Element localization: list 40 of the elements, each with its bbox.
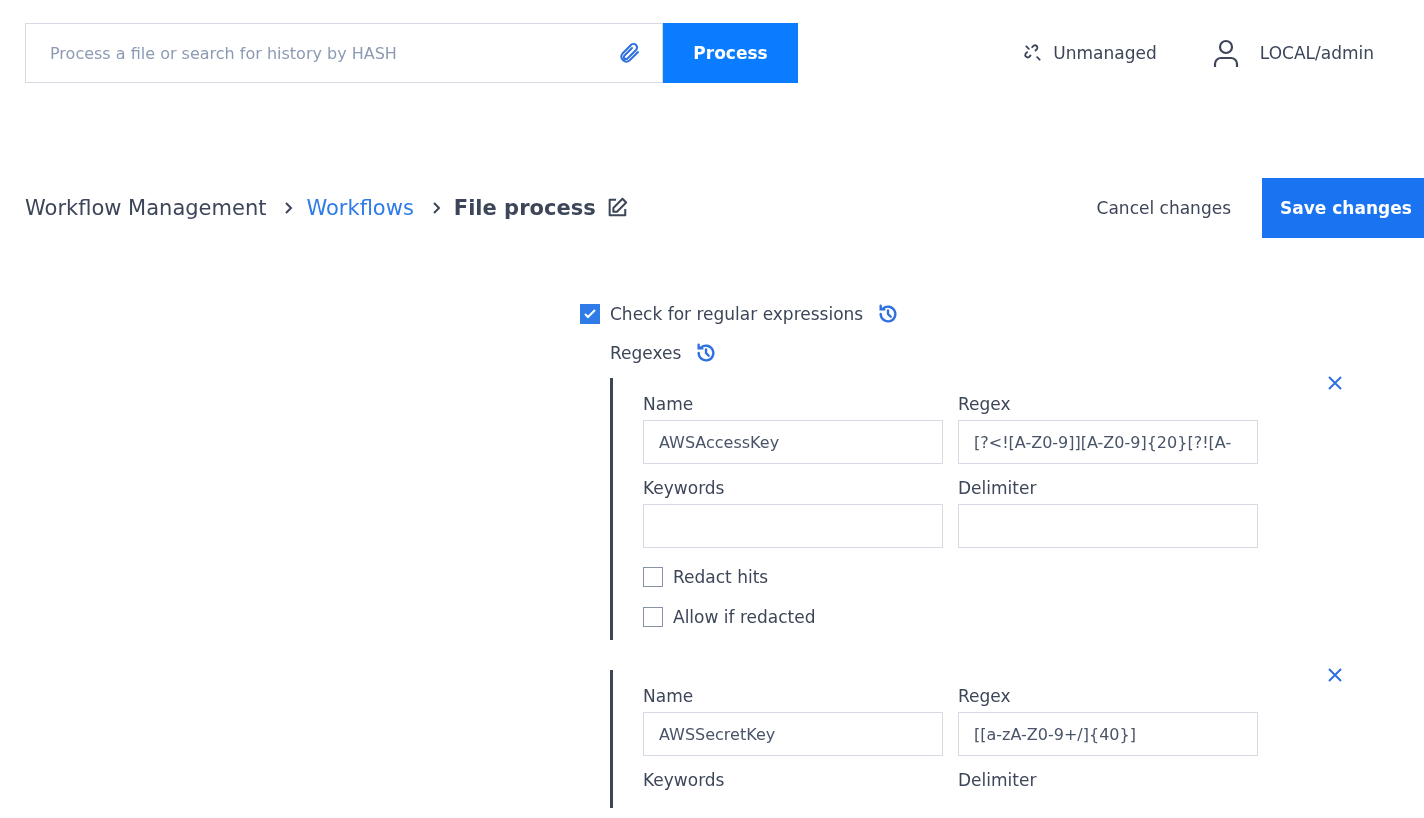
process-button[interactable]: Process [663,23,798,83]
save-button[interactable]: Save changes [1262,178,1424,238]
paperclip-icon[interactable] [617,41,641,65]
chevron-icon [431,201,442,215]
field-label: Regex [958,394,1012,414]
field-label: Name [643,394,695,414]
input-field[interactable]: AWSAccessKey [643,420,943,464]
close-icon[interactable] [1328,376,1342,390]
broken-link-icon [1023,43,1044,63]
checkbox-label: Redact hits [673,567,769,587]
user-icon[interactable] [1211,38,1240,68]
checkbox[interactable] [643,607,663,627]
search-field[interactable]: Process a file or search for history by HASH [25,23,663,83]
cancel-button[interactable]: Cancel changes [1090,197,1237,219]
breadcrumb-item[interactable]: Workflow Management [25,196,267,220]
chevron-icon [284,201,295,215]
checkbox[interactable] [580,304,600,324]
field-label: Name [643,686,695,706]
close-icon[interactable] [1328,668,1342,682]
input-field[interactable] [958,504,1258,548]
field-label: Delimiter [958,770,1038,790]
breadcrumb-link[interactable]: Workflows [306,196,414,220]
section-label: Regexes [610,343,682,363]
check-icon [583,307,597,321]
checkbox-label: Check for regular expressions [610,304,864,324]
page-title: File process [453,196,596,220]
history-icon[interactable] [877,303,900,325]
checkbox-label: Allow if redacted [673,607,816,627]
user-name[interactable]: LOCAL/admin [1259,43,1374,63]
history-icon[interactable] [695,342,718,364]
field-label: Keywords [643,478,726,498]
status-label: Unmanaged [1053,43,1157,63]
input-field[interactable]: [[a-zA-Z0-9+/]{40}] [958,712,1258,756]
input-field[interactable]: AWSSecretKey [643,712,943,756]
checkbox[interactable] [643,567,663,587]
input-field[interactable] [643,504,943,548]
input-field[interactable]: [?<![A-Z0-9]][A-Z0-9]{20}[?![A- [958,420,1258,464]
field-label: Regex [958,686,1012,706]
field-label: Delimiter [958,478,1038,498]
field-label: Keywords [643,770,726,790]
